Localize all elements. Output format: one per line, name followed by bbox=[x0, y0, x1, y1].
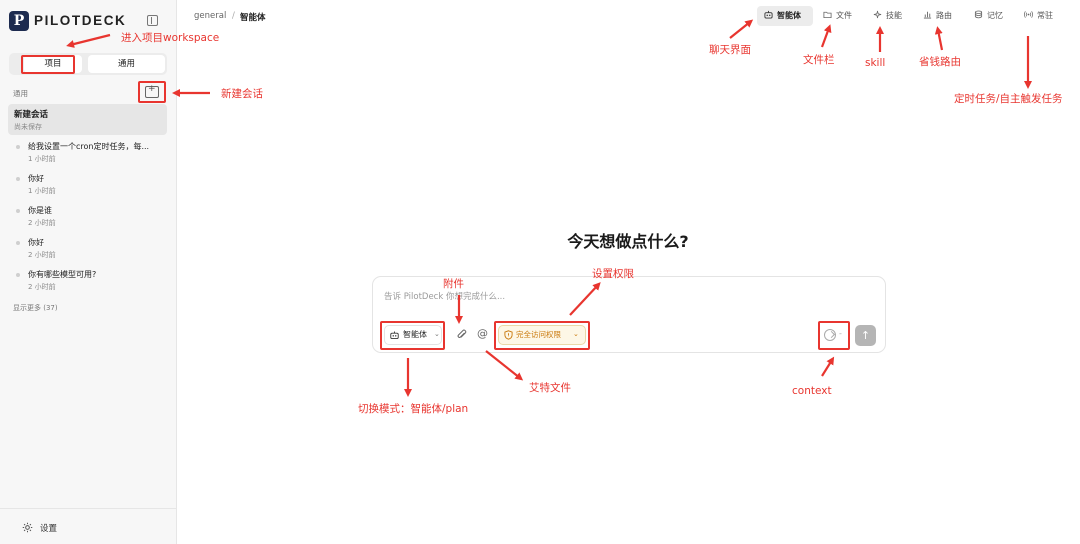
tab-skills-label: 技能 bbox=[886, 11, 902, 20]
chat-time: 2 小时前 bbox=[28, 283, 56, 291]
breadcrumb-current: 智能体 bbox=[240, 13, 266, 23]
settings-button[interactable]: 设置 bbox=[40, 522, 57, 534]
chat-title: 你是谁 bbox=[28, 206, 52, 215]
tab-files-label: 文件 bbox=[836, 11, 852, 20]
list-item[interactable]: 你是谁 2 小时前 bbox=[0, 205, 177, 233]
list-item[interactable]: 你好 2 小时前 bbox=[0, 237, 177, 265]
database-icon bbox=[974, 10, 983, 19]
sparkle-icon bbox=[873, 10, 882, 19]
annotation-attachment: 附件 bbox=[443, 278, 464, 290]
current-chat-title: 新建会话 bbox=[14, 110, 49, 120]
annotation-chat-ui: 聊天界面 bbox=[709, 44, 751, 56]
breadcrumb-root[interactable]: general bbox=[194, 11, 226, 21]
message-input[interactable]: 告诉 PilotDeck 你想完成什么... bbox=[384, 290, 505, 302]
chat-title: 给我设置一个cron定时任务，每... bbox=[28, 142, 150, 151]
tab-resident[interactable]: 常驻 bbox=[1024, 6, 1053, 26]
tab-agent[interactable]: 智能体 bbox=[757, 6, 813, 26]
annotation-switch-mode: 切换模式：智能体/plan bbox=[358, 403, 469, 415]
sidebar-toggle-icon[interactable] bbox=[147, 15, 158, 26]
dot-icon bbox=[16, 209, 20, 213]
bar-chart-icon bbox=[923, 11, 932, 19]
chat-title: 你好 bbox=[28, 238, 44, 247]
annotation-new-chat: 新建会话 bbox=[221, 88, 263, 100]
broadcast-icon bbox=[1024, 11, 1033, 18]
tab-memory-label: 记忆 bbox=[987, 11, 1003, 20]
folder-icon bbox=[823, 11, 832, 19]
hero-title: 今天想做点什么? bbox=[567, 232, 689, 251]
list-item[interactable]: 给我设置一个cron定时任务，每... 1 小时前 bbox=[0, 141, 177, 169]
tab-resident-label: 常驻 bbox=[1037, 11, 1053, 20]
paperclip-icon[interactable] bbox=[456, 329, 468, 341]
annotation-routing: 省钱路由 bbox=[919, 56, 961, 68]
annotation-scheduled: 定时任务/自主触发任务 bbox=[954, 93, 1063, 105]
send-button[interactable]: ↑ bbox=[855, 325, 876, 346]
tab-routing[interactable]: 路由 bbox=[923, 6, 952, 26]
tab-agent-label: 智能体 bbox=[777, 11, 801, 20]
tab-skills[interactable]: 技能 bbox=[873, 6, 902, 26]
tab-routing-label: 路由 bbox=[936, 11, 952, 20]
annotation-context: context bbox=[792, 385, 832, 397]
annotation-at-file: 艾特文件 bbox=[529, 382, 571, 394]
annotation-box-permission bbox=[494, 321, 590, 350]
list-item[interactable]: 你有哪些模型可用? 2 小时前 bbox=[0, 269, 177, 297]
annotation-box-mode bbox=[380, 321, 445, 350]
chat-title: 你好 bbox=[28, 174, 44, 183]
brand-name: PILOTDECK bbox=[34, 13, 127, 28]
annotation-permission: 设置权限 bbox=[592, 268, 634, 280]
annotation-box-project-tab bbox=[21, 55, 75, 74]
tab-files[interactable]: 文件 bbox=[823, 6, 852, 26]
dot-icon bbox=[16, 273, 20, 277]
dot-icon bbox=[16, 145, 20, 149]
show-more-link[interactable]: 显示更多 (37) bbox=[13, 303, 58, 313]
gear-icon[interactable] bbox=[22, 522, 33, 533]
current-chat[interactable]: 新建会话 尚未保存 bbox=[8, 104, 167, 135]
annotation-box-new-chat bbox=[138, 81, 166, 103]
dot-icon bbox=[16, 177, 20, 181]
current-chat-subtitle: 尚未保存 bbox=[14, 123, 42, 131]
chat-time: 2 小时前 bbox=[28, 219, 56, 227]
section-label: 通用 bbox=[13, 89, 28, 98]
tab-general[interactable]: 通用 bbox=[88, 55, 165, 73]
annotation-workspace: 进入项目workspace bbox=[121, 32, 220, 44]
annotation-skill: skill bbox=[865, 57, 886, 69]
logo: P bbox=[9, 11, 29, 31]
dot-icon bbox=[16, 241, 20, 245]
breadcrumb-separator: / bbox=[232, 11, 235, 21]
tab-memory[interactable]: 记忆 bbox=[974, 6, 1003, 26]
chat-time: 2 小时前 bbox=[28, 251, 56, 259]
bot-icon bbox=[764, 10, 773, 19]
list-item[interactable]: 你好 1 小时前 bbox=[0, 173, 177, 201]
annotation-files: 文件栏 bbox=[803, 54, 835, 66]
annotation-box-context bbox=[818, 321, 850, 350]
chat-time: 1 小时前 bbox=[28, 155, 56, 163]
mention-icon[interactable]: @ bbox=[477, 327, 488, 340]
chat-title: 你有哪些模型可用? bbox=[28, 270, 97, 279]
divider bbox=[0, 508, 177, 509]
chat-time: 1 小时前 bbox=[28, 187, 56, 195]
